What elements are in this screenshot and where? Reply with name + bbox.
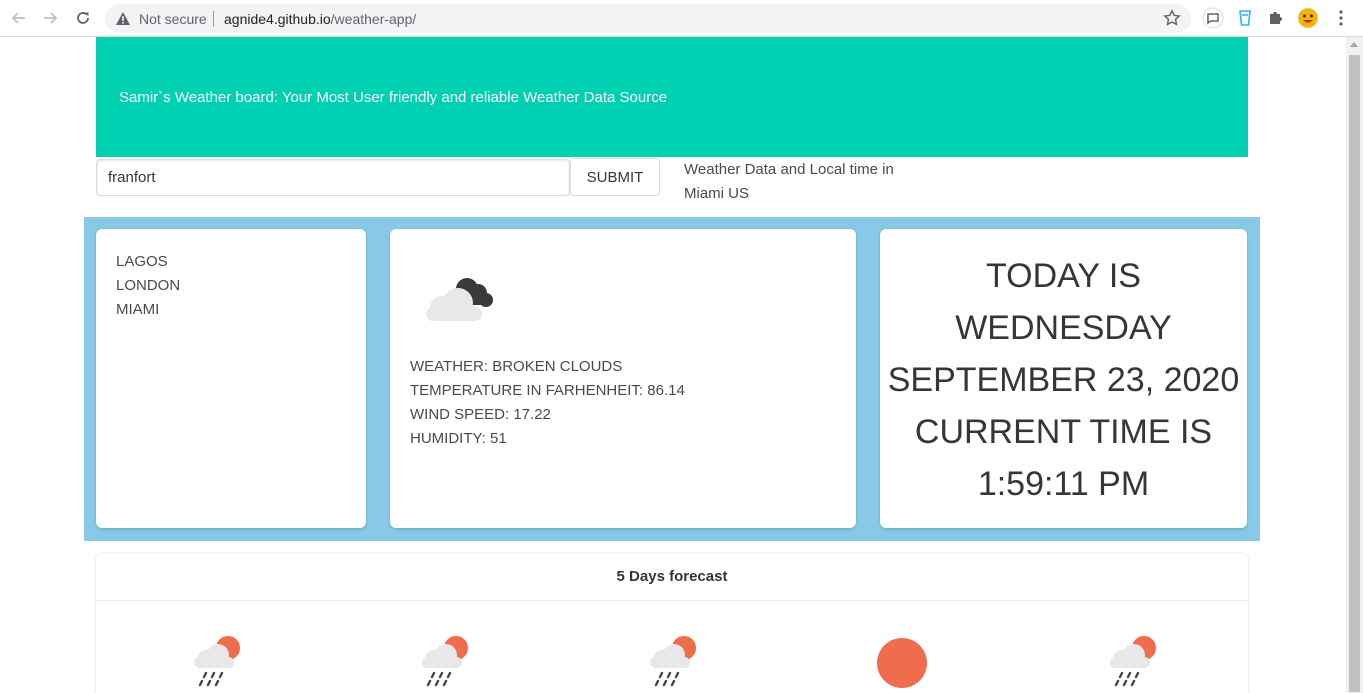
- weather-temperature: TEMPERATURE IN FARHENHEIT: 86.14: [410, 382, 685, 399]
- profile-avatar-button[interactable]: [1296, 6, 1320, 30]
- sun-icon: [877, 638, 927, 688]
- chat-bubble-icon: [1202, 7, 1224, 29]
- banner-title: Samir`s Weather board: Your Most User fr…: [119, 89, 668, 106]
- extension-chat-button[interactable]: [1201, 6, 1225, 30]
- rain-sun-icon: [1110, 636, 1156, 687]
- browser-toolbar: Not secure agnide4.github.io/weather-app…: [0, 0, 1363, 37]
- omnibox-separator: [213, 11, 214, 27]
- broken-clouds-icon: [426, 278, 493, 321]
- scroll-up-arrow-icon[interactable]: [1350, 42, 1358, 47]
- location-caption-line1: Weather Data and Local time in: [684, 161, 894, 178]
- reload-button[interactable]: [71, 6, 95, 30]
- extensions-button[interactable]: [1264, 6, 1288, 30]
- forward-button[interactable]: [38, 6, 62, 30]
- current-time-text: 1:59:11 PM: [977, 465, 1150, 503]
- date-time-card: TODAY IS WEDNESDAY SEPTEMBER 23, 2020 CU…: [880, 229, 1247, 528]
- city-item-london[interactable]: LONDON: [116, 274, 346, 298]
- rain-sun-icon: [422, 636, 468, 687]
- weather-humidity: HUMIDITY: 51: [410, 430, 507, 447]
- rain-sun-icon: [650, 636, 696, 687]
- weather-details: WEATHER: BROKEN CLOUDS TEMPERATURE IN FA…: [410, 355, 685, 451]
- weather-condition: WEATHER: BROKEN CLOUDS: [410, 358, 623, 375]
- current-time-label: CURRENT TIME IS: [914, 413, 1213, 451]
- city-search-input[interactable]: [96, 159, 570, 196]
- page-scrollbar[interactable]: [1346, 37, 1363, 693]
- kebab-menu-icon: [1339, 10, 1343, 26]
- warning-icon: [116, 12, 130, 25]
- url-text[interactable]: agnide4.github.io/weather-app/: [224, 11, 416, 27]
- reload-icon: [77, 12, 89, 24]
- forecast-card: 5 Days forecast: [96, 553, 1248, 693]
- cup-icon: [1239, 10, 1251, 26]
- city-item-miami[interactable]: MIAMI: [116, 298, 346, 322]
- location-caption: Weather Data and Local time in Miami US: [684, 158, 924, 206]
- url-path: /weather-app/: [330, 11, 417, 27]
- address-bar[interactable]: Not secure agnide4.github.io/weather-app…: [105, 4, 1191, 33]
- browser-menu-button[interactable]: [1329, 6, 1353, 30]
- submit-button[interactable]: SUBMIT: [570, 158, 660, 196]
- bookmark-star-icon[interactable]: [1163, 9, 1181, 27]
- city-item-lagos[interactable]: LAGOS: [116, 250, 346, 274]
- location-caption-line2: Miami US: [684, 185, 750, 202]
- city-history-card: LAGOS LONDON MIAMI: [96, 229, 366, 528]
- current-weather-card: WEATHER: BROKEN CLOUDS TEMPERATURE IN FA…: [390, 229, 856, 528]
- forecast-title: 5 Days forecast: [96, 553, 1248, 601]
- weather-panel: LAGOS LONDON MIAMI WEATHER: BROKEN CLOUD…: [84, 217, 1260, 541]
- puzzle-piece-icon: [1270, 12, 1282, 24]
- scrollbar-thumb[interactable]: [1349, 55, 1360, 692]
- forward-arrow-icon: [44, 12, 58, 24]
- avatar-emoji-icon: [1297, 7, 1319, 29]
- hero-banner: Samir`s Weather board: Your Most User fr…: [96, 37, 1248, 157]
- extension-cup-button[interactable]: [1233, 6, 1257, 30]
- back-arrow-icon: [11, 12, 25, 24]
- weekday-text: WEDNESDAY: [955, 309, 1172, 347]
- rain-sun-icon: [194, 636, 240, 687]
- weather-wind-speed: WIND SPEED: 17.22: [410, 406, 551, 423]
- date-text: SEPTEMBER 23, 2020: [887, 361, 1240, 399]
- back-button[interactable]: [7, 6, 31, 30]
- today-label: TODAY IS: [986, 257, 1141, 295]
- url-host: agnide4.github.io: [224, 11, 331, 27]
- security-label[interactable]: Not secure: [139, 11, 207, 27]
